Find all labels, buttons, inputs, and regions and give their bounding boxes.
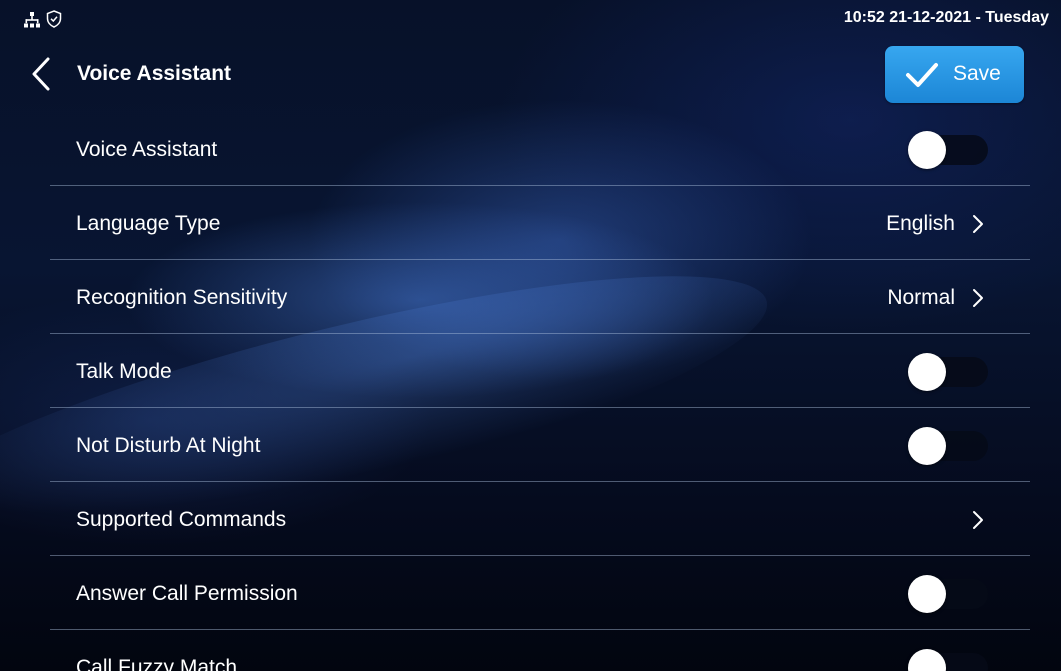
setting-label: Supported Commands [76,508,287,531]
setting-row-talk-mode[interactable]: Talk Mode [50,334,1030,408]
setting-row-call-fuzzy-match[interactable]: Call Fuzzy Match [50,630,1030,671]
network-tree-icon [24,12,40,28]
toggle-knob [908,353,946,391]
back-button[interactable] [28,56,56,92]
talk-mode-toggle[interactable] [908,353,988,391]
status-datetime: 10:52 21-12-2021 - Tuesday [843,9,1049,26]
voice-assistant-toggle[interactable] [908,131,988,169]
setting-row-answer-call-permission[interactable]: Answer Call Permission [50,556,1030,630]
save-button[interactable]: Save [885,46,1024,103]
setting-value: Normal [887,286,955,309]
status-bar: 10:52 21-12-2021 - Tuesday [0,0,1061,36]
call-fuzzy-match-toggle[interactable] [908,649,988,671]
toggle-knob [908,131,946,169]
setting-row-not-disturb-at-night[interactable]: Not Disturb At Night [50,408,1030,482]
setting-value: English [886,212,955,235]
setting-row-voice-assistant[interactable]: Voice Assistant [50,112,1030,186]
shield-check-icon [46,10,62,28]
page-title: Voice Assistant [77,62,232,85]
toggle-knob [908,575,946,613]
setting-row-language-type[interactable]: Language Type English [50,186,1030,260]
settings-list: Voice Assistant Language Type English Re… [50,112,1030,671]
header-bar: Voice Assistant Save [0,44,1061,104]
chevron-left-icon [32,57,50,91]
setting-label: Call Fuzzy Match [76,656,238,671]
setting-label: Language Type [76,212,221,235]
setting-label: Not Disturb At Night [76,434,261,457]
setting-row-supported-commands[interactable]: Supported Commands [50,482,1030,556]
not-disturb-at-night-toggle[interactable] [908,427,988,465]
setting-label: Answer Call Permission [76,582,298,605]
chevron-right-icon [973,215,983,233]
setting-label: Talk Mode [76,360,172,383]
setting-label: Voice Assistant [76,138,218,161]
setting-label: Recognition Sensitivity [76,286,288,309]
setting-row-recognition-sensitivity[interactable]: Recognition Sensitivity Normal [50,260,1030,334]
answer-call-permission-toggle[interactable] [908,575,988,613]
chevron-right-icon [973,289,983,307]
save-button-label: Save [953,62,1001,85]
chevron-right-icon [973,511,983,529]
toggle-knob [908,427,946,465]
checkmark-icon [906,63,938,87]
voice-assistant-screen: 10:52 21-12-2021 - Tuesday Voice Assista… [0,0,1061,671]
